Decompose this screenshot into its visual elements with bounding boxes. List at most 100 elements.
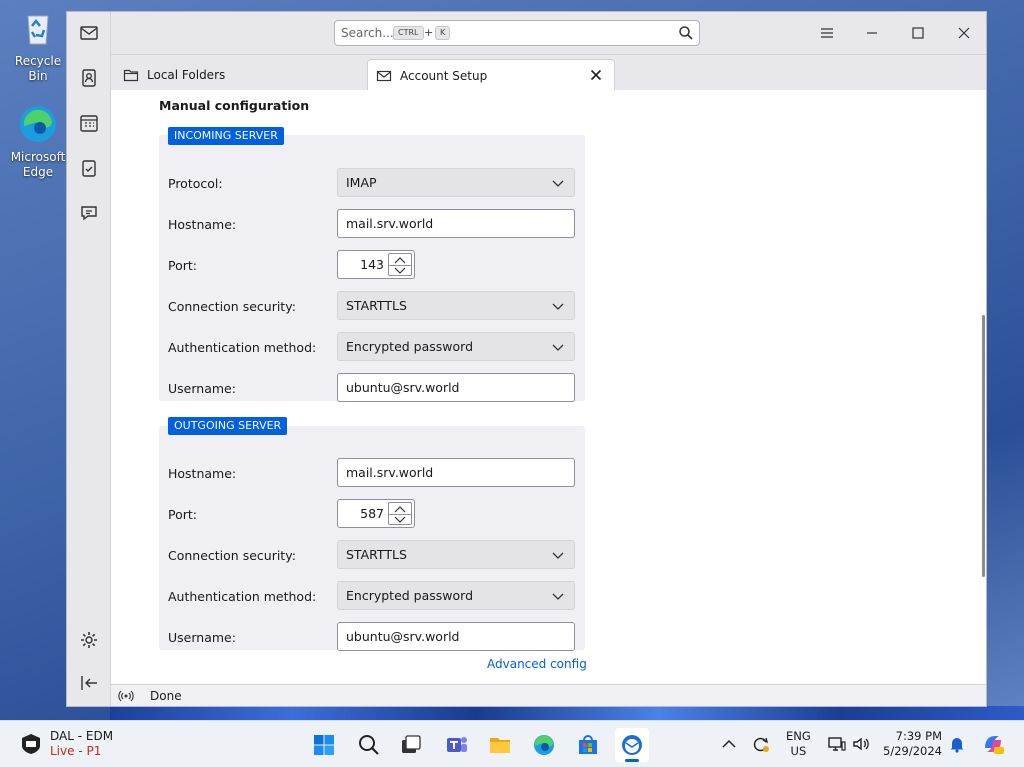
lang-region: US <box>790 744 807 758</box>
update-sync-icon[interactable] <box>751 734 771 754</box>
incoming-username-input[interactable]: ubuntu@srv.world <box>337 373 575 402</box>
thunderbird-taskbar-button[interactable] <box>615 728 649 762</box>
incoming-security-label: Connection security: <box>168 299 296 314</box>
collapse-toolbar-icon[interactable] <box>78 672 100 694</box>
outgoing-auth-value: Encrypted password <box>346 588 474 603</box>
outgoing-auth-label: Authentication method: <box>168 589 317 604</box>
volume-icon[interactable] <box>851 734 871 754</box>
outgoing-username-input[interactable]: ubuntu@srv.world <box>337 622 575 651</box>
lang-primary: ENG <box>786 729 811 743</box>
outgoing-security-select[interactable]: STARTTLS <box>337 540 575 569</box>
tab-account-setup-label: Account Setup <box>400 68 488 83</box>
outgoing-port-label: Port: <box>168 507 197 522</box>
chevron-down-icon[interactable] <box>394 267 406 275</box>
windows-start-icon <box>314 735 334 755</box>
chevron-up-icon[interactable] <box>394 256 406 264</box>
incoming-protocol-label: Protocol: <box>168 176 223 191</box>
incoming-protocol-value: IMAP <box>346 175 377 190</box>
incoming-security-select[interactable]: STARTTLS <box>337 291 575 320</box>
mail-envelope-icon <box>376 70 392 81</box>
outgoing-security-value: STARTTLS <box>346 547 407 562</box>
incoming-auth-select[interactable]: Encrypted password <box>337 332 575 361</box>
advanced-config-link[interactable]: Advanced config <box>487 657 587 671</box>
chat-icon[interactable] <box>78 202 100 224</box>
clock-date: 5/29/2024 <box>883 744 942 758</box>
outgoing-auth-select[interactable]: Encrypted password <box>337 581 575 610</box>
port-spin-buttons[interactable] <box>388 253 412 276</box>
recycle-bin-icon <box>27 15 49 45</box>
tab-local-folders-label: Local Folders <box>147 68 226 82</box>
incoming-auth-value: Encrypted password <box>346 339 474 354</box>
store-button[interactable] <box>571 728 605 762</box>
mail-icon[interactable] <box>78 22 100 44</box>
file-explorer-button[interactable] <box>483 728 517 762</box>
thunderbird-window: Search... CTRL + K Local Folders Account… <box>66 11 987 707</box>
input-language-indicator[interactable]: ENG US <box>786 729 811 759</box>
chevron-down-icon[interactable] <box>394 516 406 524</box>
edge-desktop-icon[interactable]: Microsoft Edge <box>6 104 70 180</box>
incoming-protocol-select[interactable]: IMAP <box>337 168 575 197</box>
incoming-hostname-input[interactable]: mail.srv.world <box>337 209 575 238</box>
notification-bell-icon[interactable] <box>947 734 967 754</box>
wallpaper-strip <box>110 706 1024 720</box>
content-scrollbar[interactable] <box>982 315 985 577</box>
recycle-bin-desktop-icon[interactable]: Recycle Bin <box>6 8 70 84</box>
tab-account-setup[interactable]: Account Setup <box>367 59 615 91</box>
system-clock[interactable]: 7:39 PM 5/29/2024 <box>882 729 942 759</box>
maximize-icon[interactable] <box>907 22 929 44</box>
chevron-up-icon[interactable] <box>394 505 406 513</box>
address-book-icon[interactable] <box>78 67 100 89</box>
outgoing-server-heading: OUTGOING SERVER <box>168 417 288 435</box>
plus-sign: + <box>424 26 434 39</box>
taskbar-search-button[interactable] <box>352 728 386 762</box>
status-bar: Done <box>111 684 986 706</box>
teams-icon <box>447 737 467 752</box>
tab-bar: Local Folders Account Setup <box>111 54 986 91</box>
file-explorer-icon <box>490 738 510 753</box>
title-bar: Search... CTRL + K <box>111 12 986 54</box>
news-widget[interactable]: DAL - EDM Live - P1 <box>20 729 113 759</box>
edge-taskbar-button[interactable] <box>527 728 561 762</box>
manual-config-title: Manual configuration <box>159 98 310 113</box>
edge-label: Microsoft Edge <box>10 150 66 179</box>
ctrl-key-hint: CTRL <box>393 26 424 40</box>
calendar-icon[interactable] <box>78 112 100 134</box>
nhl-logo-icon <box>22 734 40 754</box>
account-setup-content: Manual configuration INCOMING SERVER Pro… <box>111 90 986 684</box>
incoming-port-value: 143 <box>360 257 384 272</box>
incoming-port-label: Port: <box>168 258 197 273</box>
tab-local-folders[interactable]: Local Folders <box>123 59 225 91</box>
edge-icon <box>20 106 56 142</box>
news-headline: DAL - EDM <box>50 729 114 743</box>
clock-time: 7:39 PM <box>895 729 942 743</box>
chevron-up-icon[interactable] <box>719 734 739 754</box>
chevron-down-icon <box>552 593 564 600</box>
incoming-port-stepper[interactable]: 143 <box>337 250 415 279</box>
close-window-icon[interactable] <box>953 22 975 44</box>
settings-icon[interactable] <box>78 629 100 651</box>
outgoing-port-stepper[interactable]: 587 <box>337 499 415 528</box>
search-placeholder: Search... <box>341 26 394 40</box>
tasks-icon[interactable] <box>78 157 100 179</box>
chevron-down-icon <box>552 552 564 559</box>
task-view-button[interactable] <box>394 728 428 762</box>
minimize-icon[interactable] <box>861 22 883 44</box>
network-icon[interactable] <box>827 734 847 754</box>
news-live: Live - P1 <box>50 744 102 758</box>
start-button[interactable] <box>307 728 341 762</box>
incoming-auth-label: Authentication method: <box>168 340 317 355</box>
port-spin-buttons[interactable] <box>388 502 412 525</box>
search-icon[interactable] <box>678 25 694 41</box>
copilot-icon[interactable] <box>981 732 1005 756</box>
teams-button[interactable] <box>440 728 474 762</box>
search-input[interactable]: Search... CTRL + K <box>334 20 700 46</box>
app-menu-icon[interactable] <box>816 22 838 44</box>
outgoing-hostname-input[interactable]: mail.srv.world <box>337 458 575 487</box>
chevron-down-icon <box>552 303 564 310</box>
incoming-security-value: STARTTLS <box>346 298 407 313</box>
thunderbird-icon <box>622 735 642 755</box>
online-status-icon[interactable] <box>118 688 134 704</box>
close-tab-icon[interactable] <box>588 67 604 83</box>
edge-icon <box>534 735 554 755</box>
spaces-toolbar <box>67 12 111 706</box>
